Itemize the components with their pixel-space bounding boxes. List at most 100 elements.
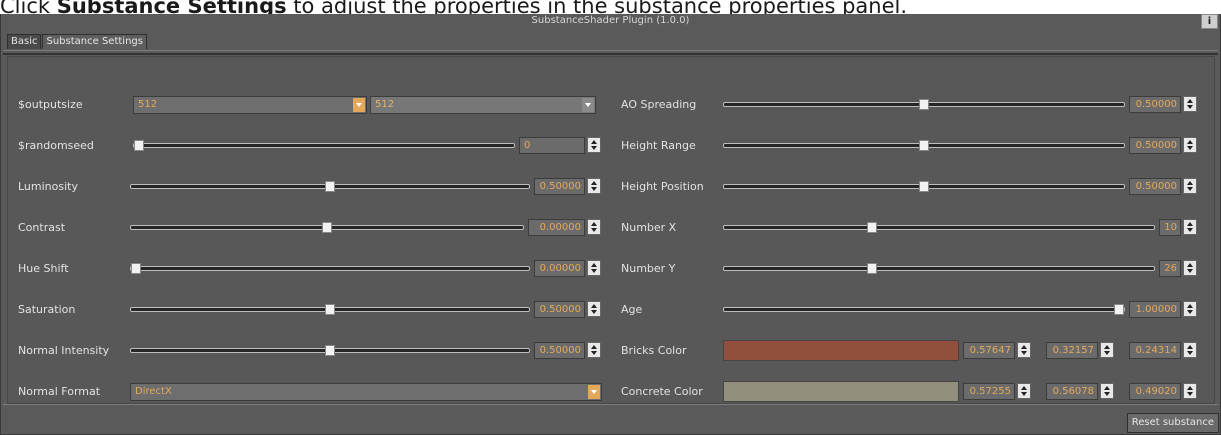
bricks-color-swatch[interactable]: [723, 340, 959, 361]
chevron-down-icon[interactable]: [588, 385, 600, 399]
randomseed-label: $randomseed: [18, 139, 94, 152]
luminosity-slider[interactable]: [130, 181, 530, 192]
concrete-color-label: Concrete Color: [621, 385, 703, 398]
number-y-slider[interactable]: [723, 263, 1155, 274]
height-range-value[interactable]: 0.50000: [1129, 137, 1181, 154]
spinner-arrows-icon[interactable]: [587, 219, 601, 235]
number-x-label: Number X: [621, 221, 677, 234]
bricks-color-r[interactable]: 0.57647: [963, 342, 1015, 359]
randomseed-slider[interactable]: [133, 140, 515, 151]
outputsize-height-value: 512: [375, 99, 395, 110]
spinner-arrows-icon[interactable]: [1017, 383, 1031, 399]
contrast-slider[interactable]: [130, 222, 524, 233]
spinner-arrows-icon[interactable]: [1183, 96, 1197, 112]
contrast-value[interactable]: 0.00000: [528, 219, 585, 236]
chevron-down-icon[interactable]: [582, 98, 594, 112]
luminosity-value[interactable]: 0.50000: [534, 178, 585, 195]
divider: [3, 53, 1218, 55]
spinner-arrows-icon[interactable]: [587, 137, 601, 153]
ao-spreading-slider[interactable]: [723, 99, 1125, 110]
concrete-color-swatch[interactable]: [723, 381, 959, 402]
spinner-arrows-icon[interactable]: [587, 260, 601, 276]
spinner-arrows-icon[interactable]: [587, 342, 601, 358]
info-button[interactable]: i: [1201, 14, 1218, 29]
age-slider[interactable]: [723, 304, 1125, 315]
randomseed-value[interactable]: 0: [519, 137, 585, 154]
divider: [3, 50, 1218, 51]
spinner-arrows-icon[interactable]: [1183, 137, 1197, 153]
tab-substance-settings[interactable]: Substance Settings: [42, 34, 147, 49]
bricks-color-g[interactable]: 0.32157: [1046, 342, 1098, 359]
tab-basic[interactable]: Basic: [7, 34, 42, 49]
outputsize-height-select[interactable]: 512: [370, 96, 596, 114]
luminosity-row: Luminosity 0.50000: [8, 177, 608, 197]
spinner-arrows-icon[interactable]: [587, 178, 601, 194]
ao-spreading-value[interactable]: 0.50000: [1129, 96, 1181, 113]
normal-format-row: Normal Format DirectX: [8, 382, 608, 402]
spinner-arrows-icon[interactable]: [1183, 219, 1197, 235]
slider-handle[interactable]: [325, 181, 335, 192]
hue-shift-label: Hue Shift: [18, 262, 69, 275]
ao-spreading-label: AO Spreading: [621, 98, 697, 111]
spinner-arrows-icon[interactable]: [1183, 342, 1197, 358]
spinner-arrows-icon[interactable]: [1100, 342, 1114, 358]
hue-shift-value[interactable]: 0.00000: [534, 260, 585, 277]
saturation-label: Saturation: [18, 303, 76, 316]
normal-intensity-slider[interactable]: [130, 345, 530, 356]
number-y-value[interactable]: 26: [1159, 260, 1181, 277]
spinner-arrows-icon[interactable]: [1100, 383, 1114, 399]
bricks-color-row: Bricks Color 0.57647 0.32157 0.24314: [611, 340, 1211, 361]
divider: [3, 404, 1218, 405]
height-range-row: Height Range 0.50000: [611, 136, 1211, 156]
normal-format-value: DirectX: [135, 386, 172, 397]
slider-handle[interactable]: [134, 140, 144, 151]
age-label: Age: [621, 303, 643, 316]
concrete-color-r[interactable]: 0.57255: [963, 383, 1015, 400]
slider-handle[interactable]: [325, 345, 335, 356]
slider-handle[interactable]: [919, 99, 929, 110]
outputsize-width-select[interactable]: 512: [133, 96, 367, 114]
saturation-slider[interactable]: [130, 304, 530, 315]
contrast-label: Contrast: [18, 221, 66, 234]
height-position-slider[interactable]: [723, 181, 1125, 192]
number-y-row: Number Y 26: [611, 259, 1211, 279]
height-position-row: Height Position 0.50000: [611, 177, 1211, 197]
chevron-down-icon[interactable]: [353, 98, 365, 112]
slider-handle[interactable]: [322, 222, 332, 233]
reset-substance-button[interactable]: Reset substance: [1126, 413, 1219, 433]
slider-handle[interactable]: [867, 222, 877, 233]
slider-handle[interactable]: [325, 304, 335, 315]
concrete-color-row: Concrete Color 0.57255 0.56078 0.49020: [611, 381, 1211, 402]
spinner-arrows-icon[interactable]: [1183, 260, 1197, 276]
outputsize-row: $outputsize 512 512: [8, 95, 608, 115]
normal-format-select[interactable]: DirectX: [130, 383, 602, 401]
height-position-value[interactable]: 0.50000: [1129, 178, 1181, 195]
tab-bar: Basic Substance Settings: [7, 34, 147, 49]
settings-content: $outputsize 512 512 $randomseed 0 Lumino…: [7, 56, 1215, 404]
spinner-arrows-icon[interactable]: [1183, 178, 1197, 194]
normal-intensity-value[interactable]: 0.50000: [534, 342, 585, 359]
outputsize-width-value: 512: [138, 99, 158, 110]
slider-handle[interactable]: [131, 263, 141, 274]
saturation-value[interactable]: 0.50000: [534, 301, 585, 318]
spinner-arrows-icon[interactable]: [587, 301, 601, 317]
slider-handle[interactable]: [1114, 304, 1124, 315]
concrete-color-g[interactable]: 0.56078: [1046, 383, 1098, 400]
hue-shift-slider[interactable]: [130, 263, 530, 274]
number-y-label: Number Y: [621, 262, 676, 275]
ao-spreading-row: AO Spreading 0.50000: [611, 95, 1211, 115]
spinner-arrows-icon[interactable]: [1183, 383, 1197, 399]
slider-handle[interactable]: [867, 263, 877, 274]
number-x-slider[interactable]: [723, 222, 1155, 233]
slider-handle[interactable]: [919, 181, 929, 192]
number-x-value[interactable]: 10: [1159, 219, 1181, 236]
slider-handle[interactable]: [919, 140, 929, 151]
spinner-arrows-icon[interactable]: [1017, 342, 1031, 358]
bricks-color-b[interactable]: 0.24314: [1129, 342, 1181, 359]
normal-format-label: Normal Format: [18, 385, 101, 398]
age-value[interactable]: 1.00000: [1129, 301, 1181, 318]
concrete-color-b[interactable]: 0.49020: [1129, 383, 1181, 400]
spinner-arrows-icon[interactable]: [1183, 301, 1197, 317]
height-range-slider[interactable]: [723, 140, 1125, 151]
plugin-panel: SubstanceShader Plugin (1.0.0) i Basic S…: [0, 14, 1221, 435]
